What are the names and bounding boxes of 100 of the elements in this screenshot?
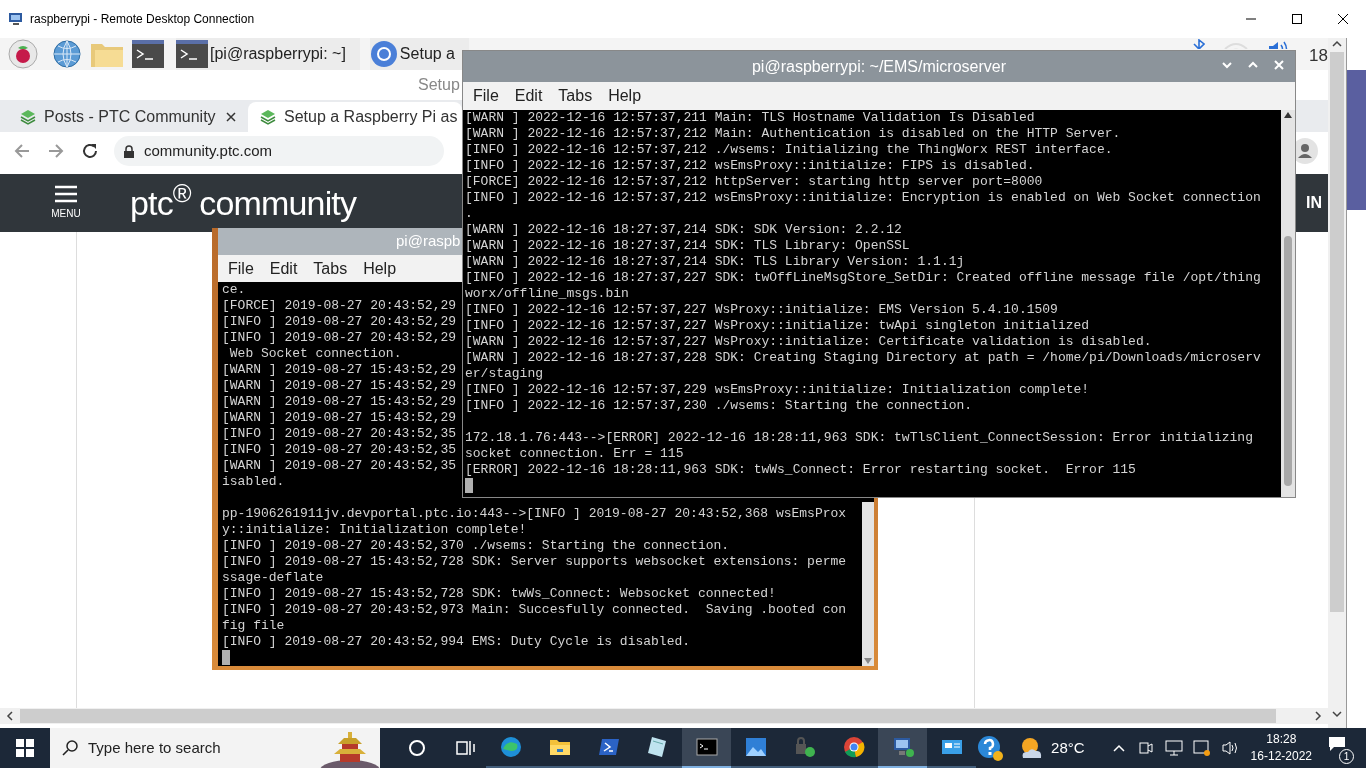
remote-desktop-icon (8, 11, 24, 27)
message-icon (1328, 736, 1346, 752)
reload-icon[interactable] (80, 141, 100, 161)
terminal-line: [INFO ] 2022-12-16 12:57:37,212 wsEmsProxy::initialize: Encryption is enabled on Web Socket connection (465, 190, 1261, 206)
browser-tab[interactable]: Setup a Raspberry Pi as (248, 102, 462, 132)
terminal-line: [INFO ] 2022-12-16 12:57:37,227 WsProxy::initialize: twApi singleton initialized (465, 318, 1090, 334)
browser-window-title: Setup (418, 75, 460, 95)
command-prompt-icon (694, 735, 719, 759)
globe-icon[interactable] (52, 39, 82, 69)
terminal-line: ce. (222, 282, 246, 298)
ptc-favicon-icon (20, 109, 36, 125)
photos-icon (743, 735, 768, 759)
menu-button[interactable]: MENU (50, 185, 82, 221)
terminal-line: . (465, 206, 473, 222)
terminal-line: [WARN ] 2022-12-16 12:57:37,227 WsProxy::initialize: Certificate validation is disabled. (465, 334, 1152, 350)
text-cursor (465, 478, 473, 493)
terminal-line: [WARN ] 2019-08-27 15:43:52,29 (222, 394, 457, 410)
camera-icon[interactable] (1138, 740, 1153, 756)
terminal-line: [INFO ] 2019-08-27 20:43:52,35 (222, 442, 457, 458)
terminal-line: [WARN ] 2019-08-27 15:43:52,29 (222, 378, 457, 394)
volume-icon[interactable] (1220, 740, 1239, 756)
terminal-line: [INFO ] 2019-08-27 15:43:52,728 SDK: twWs_Connect: Websocket connected! (222, 586, 776, 602)
terminal-line: [INFO ] 2019-08-27 20:43:52,35 (222, 426, 457, 442)
close-icon (1338, 14, 1348, 24)
address-bar[interactable]: community.ptc.com (114, 136, 444, 166)
terminal-line: er/staging (465, 366, 543, 382)
close-tab-icon[interactable] (226, 112, 236, 122)
maximize-icon (1292, 14, 1302, 24)
scrollbar[interactable] (862, 502, 874, 666)
terminal-line: [WARN ] 2022-12-16 18:27:37,214 SDK: TLS Library Version: 1.1.1j (465, 254, 965, 270)
menu-item[interactable]: Help (608, 84, 642, 108)
terminal-line: 172.18.1.76:443-->[ERROR] 2022-12-16 18:28:11,963 SDK: twTlsClient_ConnectSession: Error initializing (465, 429, 1253, 446)
terminal-line: [WARN ] 2022-12-16 18:27:37,214 SDK: TLS Library: OpenSSL (465, 238, 910, 254)
edge-browser-icon (498, 735, 523, 759)
terminal-line: [INFO ] 2019-08-27 20:43:52,994 EMS: Duty Cycle is disabled. (222, 634, 691, 650)
terminal-line: [WARN ] 2019-08-27 20:43:52,35 (222, 458, 457, 474)
text-cursor (222, 650, 230, 665)
terminal-line: [INFO ] 2022-12-16 12:57:37,227 WsProxy::initialize: EMS Version 5.4.10.1509 (465, 302, 1058, 318)
up-arrow-icon[interactable] (1284, 112, 1292, 118)
chrome-icon (841, 735, 866, 759)
search-box[interactable]: Type here to search (50, 728, 380, 768)
terminal-line: [WARN ] 2022-12-16 18:27:37,214 SDK: SDK Version: 2.2.12 (465, 222, 902, 238)
clock-text: 18 (1309, 45, 1328, 67)
bluetooth-icon[interactable] (1193, 39, 1206, 49)
weather-icon[interactable] (1019, 736, 1044, 760)
terminal-line: worx/offline_msgs.bin (465, 286, 629, 302)
window-title: pi@raspb (396, 231, 461, 252)
terminal-line: [WARN ] 2022-12-16 12:57:37,212 Main: Authentication is disabled on the HTTP Server. (465, 126, 1121, 142)
terminal-line: y::initialize: Initialization complete! (222, 522, 527, 538)
terminal-icon[interactable] (132, 40, 164, 68)
chevron-up-icon[interactable] (1112, 744, 1125, 752)
terminal-line: [ERROR] 2022-12-16 18:28:11,963 SDK: twWs_Connect: Error restarting socket. Error 115 (465, 462, 1136, 478)
terminal-line: [INFO ] 2022-12-16 12:57:37,230 ./wsems: Starting the connection. (465, 398, 973, 414)
terminal-line: [FORCE] 2022-12-16 12:57:37,212 httpServer: starting http server port=8000 (465, 174, 1043, 190)
menu-item[interactable]: Tabs (313, 256, 348, 281)
vertical-scrollbar[interactable] (1328, 38, 1346, 728)
site-logo[interactable]: ptc$^{®}$ community (130, 177, 357, 229)
taskbar-button[interactable] (682, 728, 731, 768)
terminal-line: [INFO ] 2022-12-16 12:57:37,229 wsEmsProxy::initialize: Initialization complete! (465, 382, 1090, 398)
terminal-line: [INFO ] 2019-08-27 20:43:52,29 (222, 314, 457, 330)
sign-in-link[interactable]: IN (1306, 191, 1322, 215)
menu-item[interactable]: Tabs (558, 84, 593, 108)
terminal-line: [INFO ] 2019-08-27 20:43:52,973 Main: Succesfully connected. Saving .booted con (222, 602, 847, 618)
notification-count: 1 (1339, 749, 1354, 764)
menu-item[interactable]: Edit (514, 84, 543, 108)
scrollbar[interactable] (1281, 110, 1295, 497)
terminal-line: [INFO ] 2019-08-27 20:43:52,370 ./wsems: Starting the connection. (222, 538, 730, 554)
menu-item[interactable]: Edit (269, 256, 298, 281)
taskbar-button[interactable] (878, 728, 927, 768)
terminal-line: [WARN ] 2019-08-27 15:43:52,29 (222, 410, 457, 426)
terminal-line: isabled. (222, 474, 285, 490)
terminal-line: [INFO ] 2019-08-27 15:43:52,728 SDK: Server supports websocket extensions: perme (222, 554, 847, 570)
help-icon[interactable] (977, 735, 1004, 761)
terminal-line: [WARN ] 2022-12-16 12:57:37,211 Main: TLS Hostname Validation Is Disabled (465, 110, 1035, 126)
terminal-line: socket connection. Err = 115 (465, 446, 684, 462)
task-view-icon[interactable] (456, 739, 476, 757)
menu-icon (55, 185, 77, 203)
menu-item[interactable]: File (228, 256, 254, 281)
clock-date[interactable]: 16-12-2022 (1250, 748, 1312, 765)
lock-icon (124, 144, 134, 158)
window-title: pi@raspberrypi: ~/EMS/microserver (751, 56, 1007, 77)
terminal-line: [INFO ] 2019-08-27 20:43:52,29 (222, 330, 457, 346)
raspberry-icon[interactable] (8, 39, 38, 69)
ptc-favicon-icon (260, 109, 276, 125)
window-title: raspberrypi - Remote Desktop Connection (30, 11, 255, 28)
terminal-line: Web Socket connection. (228, 346, 402, 362)
network-icon[interactable] (1164, 740, 1183, 756)
menu-item[interactable]: File (473, 84, 499, 108)
remote-app-icon[interactable] (1192, 739, 1211, 757)
taskbar-button[interactable]: Setup a (369, 38, 469, 70)
cortana-icon[interactable] (408, 739, 426, 757)
terminal-line: [INFO ] 2022-12-16 18:27:37,227 SDK: twOffLineMsgStore_SetDir: Created offline message file /opt/thing (465, 270, 1261, 286)
terminal-line: [INFO ] 2022-12-16 12:57:37,212 wsEmsProxy::initialize: FIPS is disabled. (465, 158, 1035, 174)
taskbar-button[interactable]: [pi@raspberrypi: ~] (176, 38, 360, 70)
weather-text[interactable]: 28°C (1051, 736, 1085, 760)
clock-time[interactable]: 18:28 (1266, 731, 1297, 748)
horizontal-scrollbar[interactable] (0, 708, 1328, 724)
menu-item[interactable]: Help (363, 256, 397, 281)
terminal-line: [WARN ] 2022-12-16 18:27:37,228 SDK: Creating Staging Directory at path = /home/pi/Downloads/microserv (465, 350, 1261, 366)
windows-start-icon[interactable] (16, 739, 34, 757)
